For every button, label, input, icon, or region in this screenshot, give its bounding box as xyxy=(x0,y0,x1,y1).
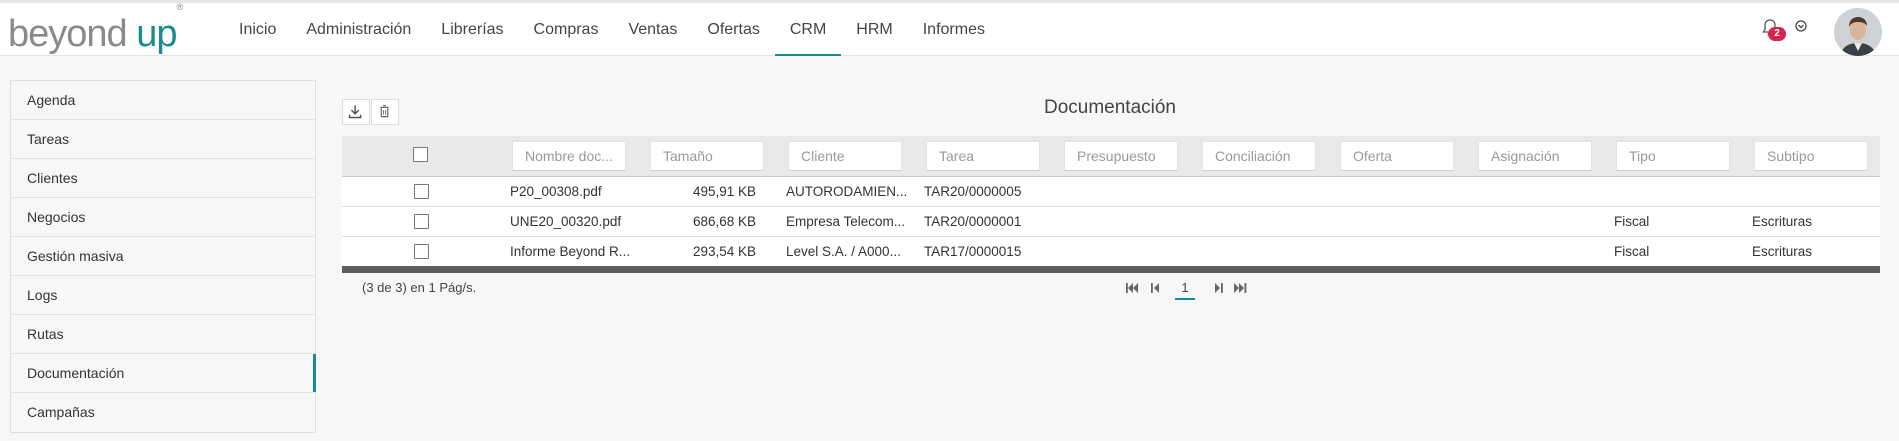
row-checkbox[interactable] xyxy=(414,244,429,259)
table-row[interactable]: UNE20_00320.pdf 686,68 KB Empresa Teleco… xyxy=(342,206,1880,236)
cell-nombre: UNE20_00320.pdf xyxy=(510,214,622,229)
pagination-info: (3 de 3) en 1 Pág/s. xyxy=(362,280,477,295)
delete-button[interactable] xyxy=(371,99,399,125)
cell-tamano: 293,54 KB xyxy=(692,244,756,259)
logo-text-up: up xyxy=(136,13,177,55)
page-title: Documentación xyxy=(1043,97,1177,118)
filter-subtipo[interactable]: Subtipo xyxy=(1754,141,1868,171)
nav-item-inicio[interactable]: Inicio xyxy=(224,3,291,56)
cell-tamano: 495,91 KB xyxy=(692,184,756,199)
filter-asignacion[interactable]: Asignación xyxy=(1478,141,1592,171)
logo-text-beyond: beyond xyxy=(8,13,128,55)
cell-nombre: Informe Beyond R... xyxy=(510,244,631,259)
cell-subtipo: Escrituras xyxy=(1752,244,1813,259)
filter-tarea[interactable]: Tarea xyxy=(926,141,1040,171)
top-navbar: beyond up® Inicio Administración Librerí… xyxy=(0,0,1899,56)
table-header: Nombre doc... Tamaño Cliente Tarea Presu… xyxy=(342,136,1880,176)
last-page-icon[interactable] xyxy=(1232,278,1248,298)
table-footer-bar xyxy=(342,266,1880,273)
nav-item-informes[interactable]: Informes xyxy=(908,3,1000,56)
sidebar-item-clientes[interactable]: Clientes xyxy=(11,159,315,198)
filter-nombre-doc[interactable]: Nombre doc... xyxy=(512,141,626,171)
next-page-icon[interactable] xyxy=(1210,278,1226,298)
cell-tipo: Fiscal xyxy=(1614,214,1650,229)
filter-conciliacion[interactable]: Conciliación xyxy=(1202,141,1316,171)
cell-cliente: Empresa Telecom... xyxy=(786,214,906,229)
select-all-checkbox[interactable] xyxy=(413,147,428,162)
trash-icon xyxy=(380,104,389,118)
row-checkbox[interactable] xyxy=(414,214,429,229)
main-nav: Inicio Administración Librerías Compras … xyxy=(224,3,1000,56)
notification-badge[interactable]: 2 xyxy=(1768,27,1786,41)
filter-tamano[interactable]: Tamaño xyxy=(650,141,764,171)
sidebar-item-gestion-masiva[interactable]: Gestión masiva xyxy=(11,237,315,276)
filter-oferta[interactable]: Oferta xyxy=(1340,141,1454,171)
sidebar-item-logs[interactable]: Logs xyxy=(11,276,315,315)
download-icon xyxy=(348,105,362,119)
table-row[interactable]: Informe Beyond R... 293,54 KB Level S.A.… xyxy=(342,236,1880,266)
cell-cliente: Level S.A. / A000... xyxy=(786,244,901,259)
nav-item-administracion[interactable]: Administración xyxy=(291,3,426,56)
sidebar-item-negocios[interactable]: Negocios xyxy=(11,198,315,237)
documents-table: Nombre doc... Tamaño Cliente Tarea Presu… xyxy=(342,136,1880,273)
cell-tarea: TAR20/0000005 xyxy=(924,184,1022,199)
nav-item-compras[interactable]: Compras xyxy=(519,3,614,56)
nav-item-librerias[interactable]: Librerías xyxy=(426,3,518,56)
cell-tarea: TAR20/0000001 xyxy=(924,214,1022,229)
logo-registered-mark: ® xyxy=(176,2,184,13)
nav-item-ofertas[interactable]: Ofertas xyxy=(692,3,774,56)
row-checkbox[interactable] xyxy=(414,184,429,199)
chevron-down-circle-icon[interactable] xyxy=(1795,20,1807,32)
first-page-icon[interactable] xyxy=(1124,278,1140,298)
sidebar-item-documentacion[interactable]: Documentación xyxy=(11,354,316,393)
table-row[interactable]: P20_00308.pdf 495,91 KB AUTORODAMIEN... … xyxy=(342,176,1880,206)
filter-presupuesto[interactable]: Presupuesto xyxy=(1064,141,1178,171)
cell-tamano: 686,68 KB xyxy=(692,214,756,229)
sidebar-menu: Agenda Tareas Clientes Negocios Gestión … xyxy=(10,80,316,433)
cell-nombre: P20_00308.pdf xyxy=(510,184,602,199)
user-avatar[interactable] xyxy=(1834,8,1882,56)
filter-tipo[interactable]: Tipo xyxy=(1616,141,1730,171)
table-body: P20_00308.pdf 495,91 KB AUTORODAMIEN... … xyxy=(342,176,1880,266)
cell-tarea: TAR17/0000015 xyxy=(924,244,1022,259)
sidebar-item-tareas[interactable]: Tareas xyxy=(11,120,315,159)
nav-item-crm[interactable]: CRM xyxy=(774,3,842,56)
nav-item-hrm[interactable]: HRM xyxy=(841,3,907,56)
cell-cliente: AUTORODAMIEN... xyxy=(786,184,908,199)
page-number-current[interactable]: 1 xyxy=(1175,278,1195,300)
filter-cliente[interactable]: Cliente xyxy=(788,141,902,171)
cell-tipo: Fiscal xyxy=(1614,244,1650,259)
download-button[interactable] xyxy=(342,99,370,125)
user-avatar-image xyxy=(1834,8,1882,56)
sidebar-item-agenda[interactable]: Agenda xyxy=(11,81,315,120)
sidebar-item-rutas[interactable]: Rutas xyxy=(11,315,315,354)
beyond-up-logo[interactable]: beyond up® xyxy=(8,2,183,56)
cell-subtipo: Escrituras xyxy=(1752,214,1813,229)
previous-page-icon[interactable] xyxy=(1148,278,1164,298)
sidebar-item-campanas[interactable]: Campañas xyxy=(11,393,315,432)
nav-item-ventas[interactable]: Ventas xyxy=(613,3,692,56)
